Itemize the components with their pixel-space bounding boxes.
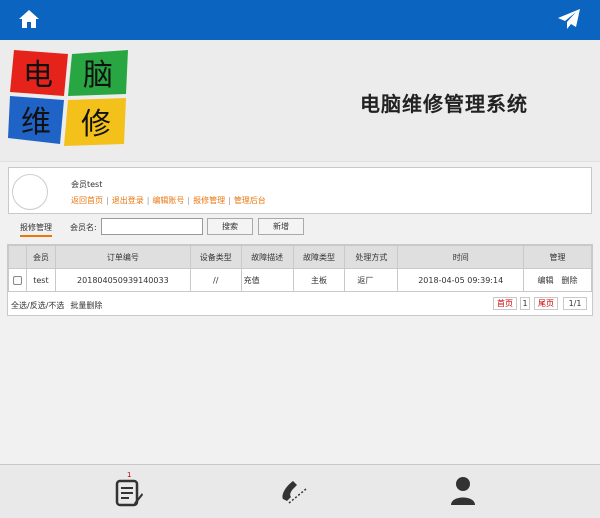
member-name-label: 会员名: — [70, 223, 97, 232]
logo-char-2: 脑 — [83, 58, 113, 93]
avatar — [12, 174, 48, 210]
member-panel: 会员test 返回首页 | 退出登录 | 编辑账号 | 报修管理 | 管理后台 — [8, 167, 592, 214]
cell-actions: 编辑 删除 — [523, 268, 592, 292]
bulk-actions: 全选/反选/不选 批量删除 — [11, 300, 108, 311]
orders-table-panel: 会员 订单编号 设备类型 故障描述 故障类型 处理方式 时间 管理 test 2… — [7, 244, 593, 316]
cell-member: test — [25, 268, 56, 292]
table-header-row: 会员 订单编号 设备类型 故障描述 故障类型 处理方式 时间 管理 — [8, 245, 592, 269]
tab-repair-manage[interactable]: 报修管理 — [20, 222, 52, 237]
col-fault-type: 故障类型 — [292, 245, 346, 269]
batch-delete-link[interactable]: 批量删除 — [70, 301, 102, 310]
bottom-nav — [0, 464, 600, 518]
member-search-input[interactable] — [101, 218, 203, 235]
select-toggle-link[interactable]: 全选/反选/不选 — [11, 301, 64, 310]
logo-char-3: 维 — [21, 105, 51, 140]
page-title: 电脑维修管理系统 — [360, 92, 528, 116]
first-page-button[interactable]: 首页 — [493, 297, 517, 310]
top-bar — [0, 0, 600, 40]
link-repair-manage[interactable]: 报修管理 — [193, 196, 225, 205]
col-handling: 处理方式 — [344, 245, 399, 269]
add-button[interactable]: 新增 — [258, 218, 304, 235]
member-links: 返回首页 | 退出登录 | 编辑账号 | 报修管理 | 管理后台 — [71, 195, 266, 206]
member-name: 会员test — [71, 180, 103, 189]
orders-badge: 1 — [127, 471, 132, 479]
cell-device-type: // — [189, 268, 242, 292]
cell-time: 2018-04-05 09:39:14 — [397, 268, 525, 292]
link-separator: | — [106, 196, 109, 205]
link-edit-account[interactable]: 编辑账号 — [152, 196, 184, 205]
main-content: 会员test 返回首页 | 退出登录 | 编辑账号 | 报修管理 | 管理后台 报修管理 会员名… — [0, 163, 600, 463]
cell-fault-desc: 充值 — [240, 268, 294, 292]
page-number-button[interactable]: 1 — [520, 297, 530, 310]
phone-icon[interactable] — [279, 473, 309, 509]
row-checkbox-cell — [8, 268, 27, 292]
link-home[interactable]: 返回首页 — [71, 196, 103, 205]
col-member: 会员 — [25, 245, 56, 269]
link-separator: | — [228, 196, 231, 205]
header: 电 脑 维 修 电脑维修管理系统 — [0, 40, 600, 162]
col-fault-desc: 故障描述 — [240, 245, 294, 269]
col-time: 时间 — [397, 245, 525, 269]
col-order-no: 订单编号 — [54, 245, 191, 269]
edit-link[interactable]: 编辑 — [538, 276, 554, 285]
logo: 电 脑 维 修 — [8, 50, 128, 146]
col-device-type: 设备类型 — [189, 245, 242, 269]
row-checkbox[interactable] — [12, 275, 22, 285]
orders-table: 会员 订单编号 设备类型 故障描述 故障类型 处理方式 时间 管理 test 2… — [8, 245, 592, 292]
link-separator: | — [187, 196, 191, 205]
cell-handling: 返厂 — [344, 268, 399, 292]
cell-order-no: 201804050939140033 — [54, 268, 191, 292]
col-manage: 管理 — [523, 245, 592, 269]
last-page-button[interactable]: 尾页 — [534, 297, 558, 310]
paper-plane-icon[interactable] — [557, 8, 581, 30]
table-row: test 201804050939140033 // 充值 主板 返厂 2018… — [8, 268, 592, 292]
link-admin[interactable]: 管理后台 — [234, 196, 266, 205]
page-info: 1/1 — [563, 297, 587, 310]
logo-char-4: 修 — [81, 107, 111, 142]
link-separator: | — [146, 196, 150, 205]
delete-link[interactable]: 删除 — [562, 276, 578, 285]
search-button[interactable]: 搜索 — [207, 218, 253, 235]
cell-fault-type: 主板 — [292, 268, 346, 292]
logo-char-1: 电 — [23, 58, 53, 93]
col-checkbox — [8, 245, 27, 269]
link-logout[interactable]: 退出登录 — [112, 196, 144, 205]
user-icon[interactable] — [448, 473, 478, 509]
home-icon[interactable] — [18, 9, 40, 29]
